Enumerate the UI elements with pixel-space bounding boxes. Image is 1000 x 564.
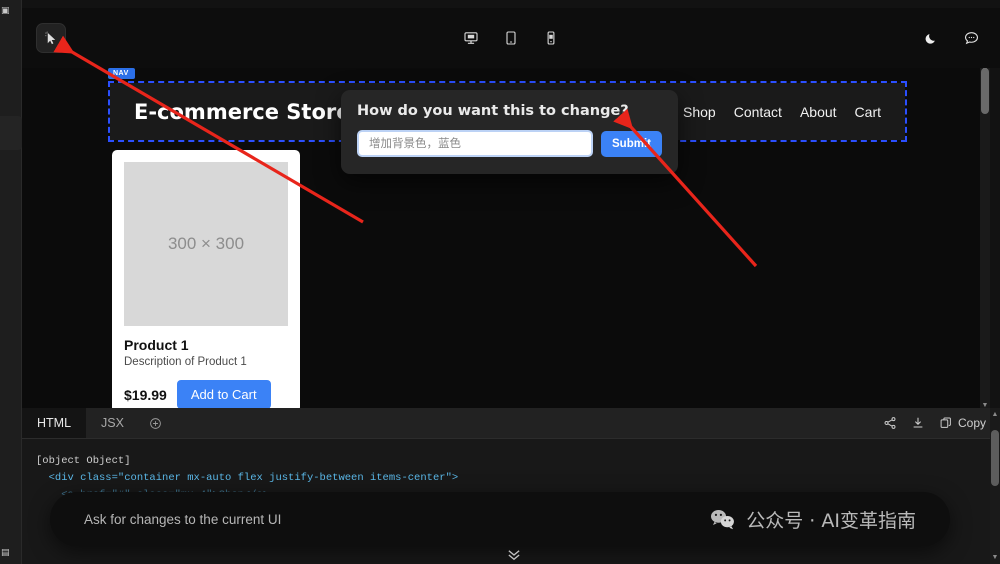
selection-label-badge: NAV bbox=[108, 68, 135, 79]
watermark: 公众号 · AI变革指南 bbox=[709, 506, 916, 533]
product-action-row: $19.99 Add to Cart bbox=[124, 380, 288, 408]
viewport-tablet-button[interactable] bbox=[496, 23, 526, 53]
submit-button[interactable]: Submit bbox=[601, 130, 662, 157]
change-request-input[interactable]: 增加背景色，蓝色 bbox=[357, 130, 594, 157]
nav-link-about[interactable]: About bbox=[800, 104, 837, 120]
tablet-icon bbox=[506, 31, 516, 45]
chat-bubble-icon bbox=[964, 31, 978, 44]
code-line-text: <div class="container mx-auto flex justi… bbox=[36, 472, 459, 484]
product-card[interactable]: 300 × 300 Product 1 Description of Produ… bbox=[112, 150, 300, 408]
rail-glyph-top: ▣ bbox=[1, 6, 10, 16]
code-scroll-thumb[interactable] bbox=[991, 430, 999, 486]
rail-glyph-bottom: ▤ bbox=[1, 548, 10, 558]
code-action-group: Copy bbox=[883, 408, 1000, 438]
share-icon bbox=[884, 417, 896, 429]
moon-icon bbox=[925, 33, 935, 44]
top-toolbar bbox=[22, 8, 1000, 68]
chevron-double-down-icon bbox=[508, 550, 520, 561]
rail-ghost-item[interactable] bbox=[0, 116, 22, 150]
product-price: $19.99 bbox=[124, 386, 167, 403]
left-rail: ▣ ▤ bbox=[0, 0, 22, 564]
collapse-panel-chevron[interactable] bbox=[505, 549, 523, 563]
tab-html[interactable]: HTML bbox=[22, 408, 87, 438]
watermark-text: 公众号 · AI变革指南 bbox=[746, 509, 916, 532]
code-scrollbar[interactable]: ▲ ▼ bbox=[990, 408, 1000, 564]
download-button[interactable] bbox=[911, 416, 925, 430]
nav-link-cart[interactable]: Cart bbox=[855, 104, 881, 120]
download-icon bbox=[913, 417, 923, 428]
share-button[interactable] bbox=[883, 416, 897, 430]
add-to-cart-button[interactable]: Add to Cart bbox=[176, 380, 271, 408]
code-line: <div class="container mx-auto flex justi… bbox=[36, 470, 1000, 487]
select-cursor-tool-button[interactable] bbox=[36, 23, 66, 53]
nav-link-contact[interactable]: Contact bbox=[734, 104, 782, 120]
change-request-dialog[interactable]: How do you want this to change? 增加背景色，蓝色… bbox=[341, 90, 678, 174]
theme-toggle-button[interactable] bbox=[916, 23, 946, 53]
ask-ui-bar[interactable]: Ask for changes to the current UI 公众号 · … bbox=[50, 492, 950, 546]
ask-input-placeholder[interactable]: Ask for changes to the current UI bbox=[84, 512, 281, 527]
dialog-input-row: 增加背景色，蓝色 Submit bbox=[357, 130, 662, 157]
preview-scroll-thumb[interactable] bbox=[981, 68, 989, 114]
copy-label: Copy bbox=[957, 416, 986, 430]
app-root: ▣ ▤ NAV E-commerce Store Shop Contact Ab… bbox=[0, 0, 1000, 564]
viewport-mobile-button[interactable] bbox=[536, 23, 566, 53]
product-name: Product 1 bbox=[124, 337, 189, 353]
copy-icon bbox=[940, 417, 951, 428]
dialog-title: How do you want this to change? bbox=[357, 103, 629, 119]
copy-button[interactable]: Copy bbox=[939, 416, 986, 430]
plus-circle-icon bbox=[150, 417, 161, 429]
viewport-desktop-button[interactable] bbox=[456, 23, 486, 53]
code-scroll-up-arrow[interactable]: ▲ bbox=[991, 410, 999, 419]
code-line: [object Object] bbox=[36, 455, 131, 467]
product-image-placeholder: 300 × 300 bbox=[124, 162, 288, 326]
nav-link-shop[interactable]: Shop bbox=[683, 104, 716, 120]
add-tab-button[interactable] bbox=[139, 408, 172, 438]
feedback-button[interactable] bbox=[956, 23, 986, 53]
tab-jsx[interactable]: JSX bbox=[86, 408, 139, 438]
code-tab-bar: HTML JSX Copy bbox=[22, 408, 1000, 439]
desktop-icon bbox=[464, 32, 478, 44]
toolbar-right-group bbox=[916, 23, 986, 53]
select-cursor-icon bbox=[45, 31, 55, 44]
wechat-icon bbox=[711, 509, 735, 529]
viewport-size-group bbox=[456, 23, 566, 53]
product-description: Description of Product 1 bbox=[124, 356, 247, 368]
preview-scrollbar[interactable]: ▲ ▼ bbox=[980, 68, 990, 408]
code-scroll-down-arrow[interactable]: ▼ bbox=[991, 553, 999, 562]
site-title: E-commerce Store bbox=[134, 99, 351, 124]
mobile-icon bbox=[547, 31, 555, 45]
